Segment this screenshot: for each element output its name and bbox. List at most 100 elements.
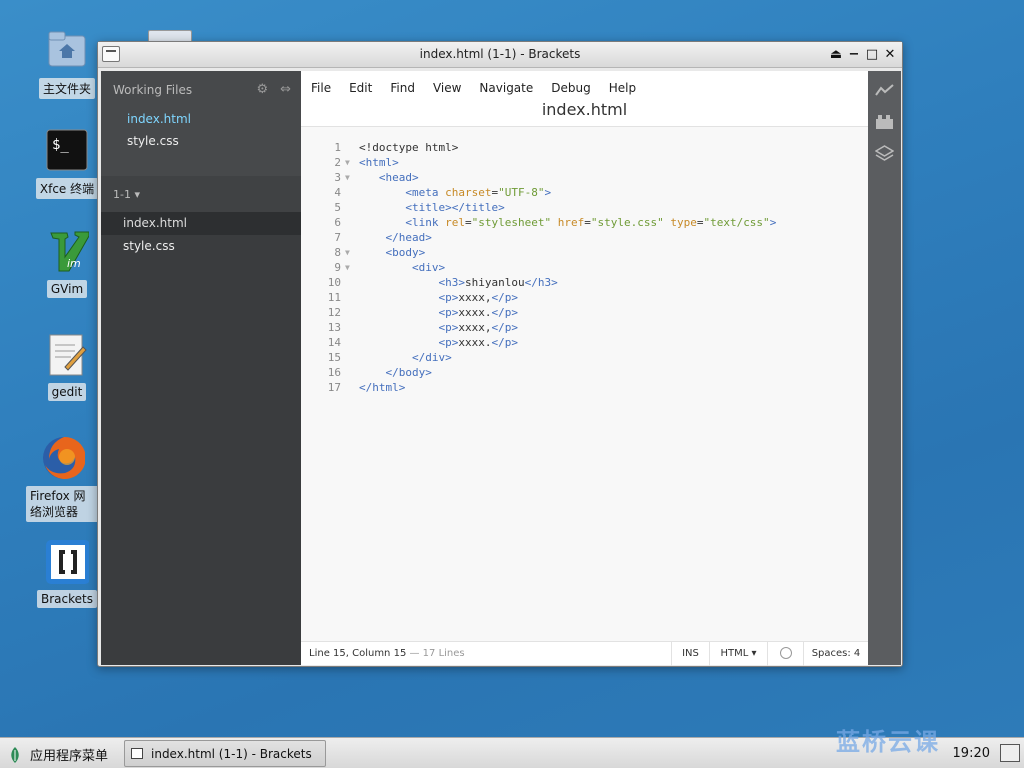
linter-status[interactable]: [767, 642, 803, 666]
code-line[interactable]: 11 <p>xxxx,</p>: [301, 291, 868, 306]
line-number: 4: [334, 186, 341, 199]
line-number: 13: [327, 321, 341, 334]
cursor-position: Line 15, Column 15 — 17 Lines: [309, 648, 465, 659]
gear-icon[interactable]: ⚙: [256, 82, 268, 97]
close-button[interactable]: ✕: [882, 45, 898, 63]
desktop-icon-gvim[interactable]: im GVim: [35, 230, 99, 298]
desktop-icon-terminal[interactable]: $_ Xfce 终端: [35, 128, 99, 199]
code-editor[interactable]: 1 <!doctype html> 2 ▼ <html> 3 ▼ <head> 4 <meta…: [301, 141, 868, 641]
cursor-position-text: Line 15, Column 15: [309, 648, 407, 659]
code-text: </html>: [359, 381, 406, 394]
watermark: 蓝桥云课: [836, 728, 940, 756]
menu-navigate[interactable]: Navigate: [479, 81, 533, 95]
menu-bar: File Edit Find View Navigate Debug Help …: [301, 71, 868, 127]
code-line[interactable]: 6 <link rel="stylesheet" href="style.css…: [301, 216, 868, 231]
project-files-pane: index.html style.css: [101, 212, 301, 665]
desktop-icon-firefox[interactable]: Firefox 网络浏览器: [26, 436, 100, 522]
desktop-icon-label: gedit: [47, 383, 87, 401]
desktop-icon-label: GVim: [46, 280, 88, 298]
svg-text:$_: $_: [52, 137, 69, 153]
keyboard-icon[interactable]: [1000, 744, 1020, 762]
code-line[interactable]: 13 <p>xxxx,</p>: [301, 321, 868, 336]
project-file-index[interactable]: index.html: [101, 212, 301, 235]
desktop-icon-brackets[interactable]: Brackets: [35, 540, 99, 608]
applications-menu-button[interactable]: 应用程序菜单: [8, 745, 108, 764]
desktop-icon-label: Firefox 网络浏览器: [26, 486, 100, 522]
line-number: 11: [327, 291, 341, 304]
code-text: <p>xxxx,</p>: [438, 291, 518, 304]
line-number: 10: [327, 276, 341, 289]
fold-arrow-icon[interactable]: ▼: [345, 263, 350, 272]
taskbar-window-brackets[interactable]: index.html (1-1) - Brackets: [124, 740, 326, 767]
indent-setting[interactable]: Spaces: 4: [803, 642, 868, 666]
working-file-index[interactable]: index.html: [127, 112, 191, 126]
code-line[interactable]: 17 </html>: [301, 381, 868, 396]
split-view-icon[interactable]: ⇔: [280, 82, 291, 97]
eject-icon[interactable]: ⏏: [828, 45, 844, 63]
code-text: <h3>shiyanlou</h3>: [438, 276, 558, 289]
line-number: 17: [327, 381, 341, 394]
menu-help[interactable]: Help: [609, 81, 636, 95]
project-file-style[interactable]: style.css: [101, 235, 301, 258]
menu-edit[interactable]: Edit: [349, 81, 372, 95]
code-text: <p>xxxx.</p>: [438, 336, 518, 349]
working-files-header: Working Files: [113, 83, 193, 97]
status-bar: Line 15, Column 15 — 17 Lines INS HTML ▾…: [301, 641, 868, 666]
working-file-style[interactable]: style.css: [127, 134, 179, 148]
line-number: 1: [334, 141, 341, 154]
insert-mode-toggle[interactable]: INS: [671, 642, 709, 666]
right-toolbar: [868, 71, 901, 665]
line-number: 9: [334, 261, 341, 274]
layers-icon[interactable]: [874, 145, 895, 161]
code-line[interactable]: 14 <p>xxxx.</p>: [301, 336, 868, 351]
code-line[interactable]: 16 </body>: [301, 366, 868, 381]
code-line[interactable]: 3 ▼ <head>: [301, 171, 868, 186]
document-title: index.html: [541, 100, 628, 119]
menu-file[interactable]: File: [311, 81, 331, 95]
text-editor-icon: [45, 333, 89, 377]
svg-text:im: im: [67, 257, 81, 270]
clock[interactable]: 19:20: [953, 746, 990, 761]
code-line[interactable]: 10 <h3>shiyanlou</h3>: [301, 276, 868, 291]
code-line[interactable]: 9 ▼ <div>: [301, 261, 868, 276]
code-line[interactable]: 1 <!doctype html>: [301, 141, 868, 156]
code-text: <title></title>: [405, 201, 505, 214]
maximize-button[interactable]: □: [864, 45, 880, 63]
window-titlebar[interactable]: index.html (1-1) - Brackets ⏏ − □ ✕: [98, 42, 902, 68]
desktop-icon-gedit[interactable]: gedit: [35, 333, 99, 401]
live-preview-icon[interactable]: [875, 83, 894, 99]
code-text: </head>: [385, 231, 432, 244]
fold-arrow-icon[interactable]: ▼: [345, 158, 350, 167]
editor-area: File Edit Find View Navigate Debug Help …: [301, 71, 868, 666]
code-text: <meta charset="UTF-8">: [405, 186, 552, 199]
desktop-icon-home[interactable]: 主文件夹: [35, 28, 99, 99]
home-folder-icon: [45, 28, 89, 72]
fold-arrow-icon[interactable]: ▼: [345, 173, 350, 182]
circle-icon: [779, 647, 792, 659]
code-line[interactable]: 5 <title></title>: [301, 201, 868, 216]
code-line[interactable]: 4 <meta charset="UTF-8">: [301, 186, 868, 201]
language-select[interactable]: HTML ▾: [709, 642, 767, 666]
line-number: 8: [334, 246, 341, 259]
window-title: index.html (1-1) - Brackets: [419, 47, 581, 61]
desktop-icon-label: Brackets: [37, 590, 97, 608]
menu-debug[interactable]: Debug: [551, 81, 590, 95]
code-line[interactable]: 8 ▼ <body>: [301, 246, 868, 261]
brackets-window: index.html (1-1) - Brackets ⏏ − □ ✕ Work…: [97, 41, 903, 667]
line-number: 7: [334, 231, 341, 244]
minimize-button[interactable]: −: [846, 45, 862, 63]
code-line[interactable]: 15 </div>: [301, 351, 868, 366]
window-icon: [131, 748, 143, 759]
code-text: <div>: [411, 261, 446, 274]
menu-view[interactable]: View: [433, 81, 461, 95]
menu-find[interactable]: Find: [390, 81, 415, 95]
vim-icon: im: [45, 230, 89, 274]
code-text: <html>: [359, 156, 399, 169]
extension-manager-icon[interactable]: [875, 114, 894, 130]
code-line[interactable]: 2 ▼ <html>: [301, 156, 868, 171]
fold-arrow-icon[interactable]: ▼: [345, 248, 350, 257]
code-line[interactable]: 7 </head>: [301, 231, 868, 246]
code-line[interactable]: 12 <p>xxxx.</p>: [301, 306, 868, 321]
code-text: </div>: [411, 351, 452, 364]
pane-header[interactable]: 1-1 ▾: [101, 176, 301, 212]
